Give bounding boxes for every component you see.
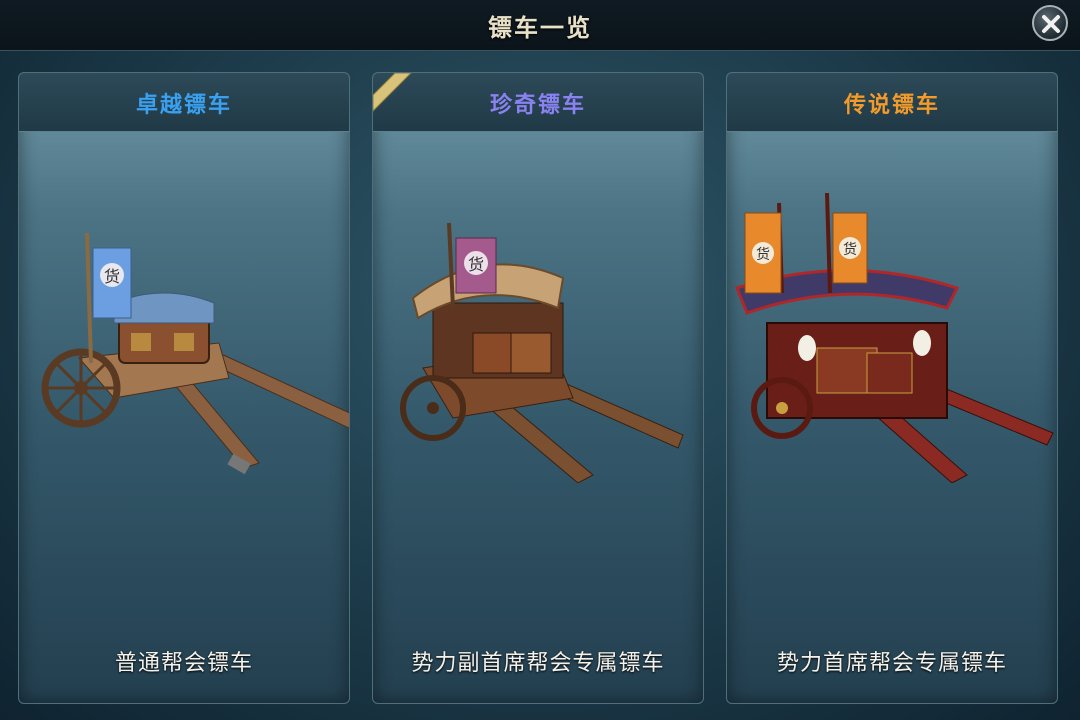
card-title: 传说镖车 [843, 93, 940, 118]
card-description: 势力副首席帮会专属镖车 [411, 651, 665, 676]
close-button[interactable] [1032, 5, 1068, 41]
flag-character: 货 [756, 246, 770, 263]
cart-card-excellent[interactable]: 卓越镖车 货 普通帮会镖车 [18, 72, 350, 704]
cart-card-legendary[interactable]: 传说镖车 货 货 势力首席帮会专属镖车 [726, 72, 1058, 704]
ribbon-tag-icon [373, 73, 419, 119]
card-header: 传说镖车 [727, 73, 1057, 132]
flag-character: 货 [468, 255, 484, 274]
legendary-cart-image: 货 货 [735, 192, 1054, 483]
rare-cart-image: 货 [400, 222, 684, 483]
close-icon [1042, 15, 1060, 33]
card-title: 珍奇镖车 [489, 93, 586, 118]
flag-character: 货 [104, 267, 120, 286]
cart-card-rare[interactable]: 珍奇镖车 货 势力副首席帮会专属镖车 [372, 72, 704, 704]
card-title: 卓越镖车 [135, 93, 232, 118]
card-description: 势力首席帮会专属镖车 [776, 651, 1007, 676]
basic-cart-image: 货 [41, 232, 349, 475]
card-header: 卓越镖车 [19, 73, 349, 132]
title-bar: 镖车一览 [0, 0, 1080, 51]
window-title: 镖车一览 [488, 14, 592, 42]
card-description: 普通帮会镖车 [114, 651, 253, 676]
flag-character: 货 [843, 241, 857, 258]
card-header: 珍奇镖车 [373, 73, 703, 132]
